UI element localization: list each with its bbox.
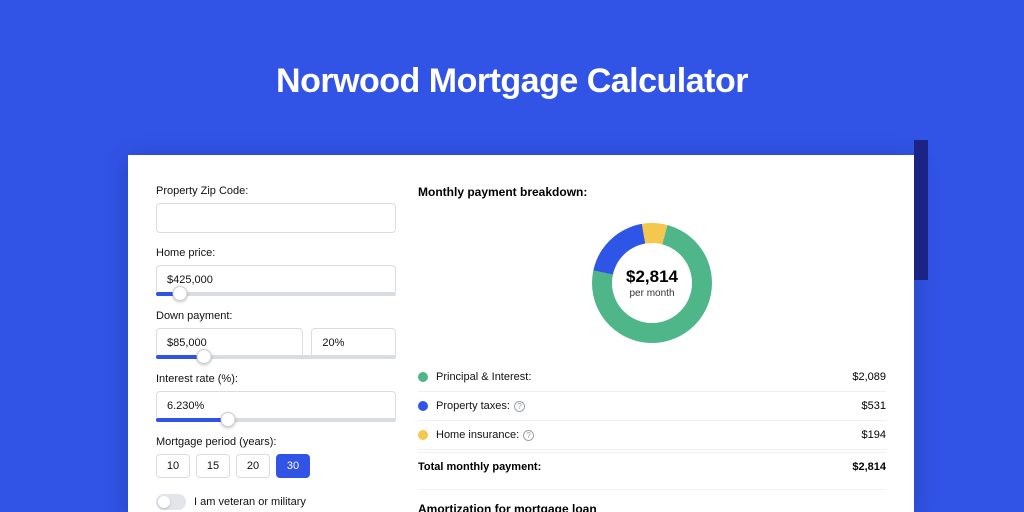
- legend-label-taxes-text: Property taxes:: [436, 400, 510, 412]
- period-options: 10 15 20 30: [156, 454, 396, 478]
- legend-row-taxes: Property taxes: ? $531: [418, 392, 886, 421]
- legend-swatch-principal: [418, 372, 428, 382]
- legend-swatch-insurance: [418, 430, 428, 440]
- period-option-10[interactable]: 10: [156, 454, 190, 478]
- home-price-block: Home price:: [156, 247, 396, 296]
- zip-input[interactable]: [156, 203, 396, 233]
- legend-amount-principal: $2,089: [852, 371, 886, 383]
- veteran-toggle[interactable]: [156, 494, 186, 510]
- down-payment-amount-input[interactable]: [156, 328, 303, 358]
- info-icon[interactable]: ?: [514, 401, 525, 412]
- page-title: Norwood Mortgage Calculator: [0, 0, 1024, 101]
- down-payment-slider[interactable]: [156, 355, 396, 359]
- rate-slider-thumb[interactable]: [221, 412, 236, 427]
- legend-row-principal: Principal & Interest: $2,089: [418, 363, 886, 392]
- legend-amount-insurance: $194: [862, 429, 886, 441]
- donut-center-sub: per month: [629, 288, 674, 299]
- down-payment-block: Down payment:: [156, 310, 396, 359]
- rate-input[interactable]: [156, 391, 396, 421]
- info-icon[interactable]: ?: [523, 430, 534, 441]
- donut-center: $2,814 per month: [612, 243, 692, 323]
- total-amount: $2,814: [852, 461, 886, 473]
- period-label: Mortgage period (years):: [156, 436, 396, 448]
- breakdown-heading: Monthly payment breakdown:: [418, 185, 886, 199]
- legend-swatch-taxes: [418, 401, 428, 411]
- breakdown-column: Monthly payment breakdown: $2,814 per mo…: [418, 185, 886, 512]
- legend-label-principal: Principal & Interest:: [436, 371, 531, 383]
- inputs-column: Property Zip Code: Home price: Down paym…: [156, 185, 396, 512]
- down-payment-pct-input[interactable]: [311, 328, 396, 358]
- veteran-label: I am veteran or military: [194, 496, 306, 508]
- home-price-slider-thumb[interactable]: [173, 286, 188, 301]
- legend-label-insurance: Home insurance: ?: [436, 429, 534, 441]
- legend-label-insurance-text: Home insurance:: [436, 429, 519, 441]
- amortization-section: Amortization for mortgage loan Amortizat…: [418, 489, 886, 512]
- legend-amount-taxes: $531: [862, 400, 886, 412]
- period-option-15[interactable]: 15: [196, 454, 230, 478]
- calculator-card: Property Zip Code: Home price: Down paym…: [128, 155, 914, 512]
- period-block: Mortgage period (years): 10 15 20 30: [156, 436, 396, 478]
- legend-row-insurance: Home insurance: ? $194: [418, 421, 886, 450]
- rate-label: Interest rate (%):: [156, 373, 396, 385]
- donut-center-value: $2,814: [626, 267, 678, 287]
- rate-slider[interactable]: [156, 418, 396, 422]
- amortization-heading: Amortization for mortgage loan: [418, 502, 886, 512]
- total-label: Total monthly payment:: [418, 461, 541, 473]
- donut-chart: $2,814 per month: [418, 213, 886, 353]
- total-row: Total monthly payment: $2,814: [418, 452, 886, 479]
- home-price-input[interactable]: [156, 265, 396, 295]
- zip-label: Property Zip Code:: [156, 185, 396, 197]
- home-price-slider[interactable]: [156, 292, 396, 296]
- zip-field-block: Property Zip Code:: [156, 185, 396, 233]
- period-option-20[interactable]: 20: [236, 454, 270, 478]
- down-payment-label: Down payment:: [156, 310, 396, 322]
- period-option-30[interactable]: 30: [276, 454, 310, 478]
- down-payment-slider-thumb[interactable]: [197, 349, 212, 364]
- veteran-row: I am veteran or military: [156, 494, 396, 510]
- rate-block: Interest rate (%):: [156, 373, 396, 422]
- legend-label-taxes: Property taxes: ?: [436, 400, 525, 412]
- home-price-label: Home price:: [156, 247, 396, 259]
